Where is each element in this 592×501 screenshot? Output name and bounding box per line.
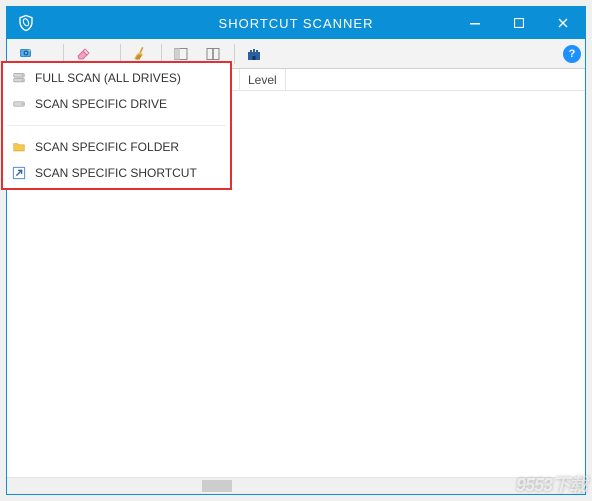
shield-icon <box>15 12 37 34</box>
menu-full-scan[interactable]: FULL SCAN (ALL DRIVES) <box>3 65 230 91</box>
menu-label: SCAN SPECIFIC SHORTCUT <box>35 166 197 180</box>
column-header-level[interactable]: Level <box>240 69 286 90</box>
horizontal-scrollbar[interactable] <box>7 477 585 494</box>
folder-icon <box>11 139 27 155</box>
help-button[interactable]: ? <box>563 45 581 63</box>
maximize-button[interactable] <box>497 7 541 39</box>
drive-icon <box>11 96 27 112</box>
scrollbar-thumb[interactable] <box>202 480 232 492</box>
menu-separator <box>7 125 226 126</box>
scan-dropdown-menu: FULL SCAN (ALL DRIVES) SCAN SPECIFIC DRI… <box>1 61 232 190</box>
menu-label: SCAN SPECIFIC FOLDER <box>35 140 179 154</box>
titlebar: SHORTCUT SCANNER <box>7 7 585 39</box>
menu-label: FULL SCAN (ALL DRIVES) <box>35 71 181 85</box>
menu-scan-folder[interactable]: SCAN SPECIFIC FOLDER <box>3 134 230 160</box>
window-controls <box>453 7 585 39</box>
menu-scan-shortcut[interactable]: SCAN SPECIFIC SHORTCUT <box>3 160 230 186</box>
shortcut-icon <box>11 165 27 181</box>
minimize-button[interactable] <box>453 7 497 39</box>
castle-icon[interactable] <box>239 42 269 66</box>
menu-scan-drive[interactable]: SCAN SPECIFIC DRIVE <box>3 91 230 117</box>
menu-label: SCAN SPECIFIC DRIVE <box>35 97 167 111</box>
drives-icon <box>11 70 27 86</box>
toolbar-separator <box>234 44 235 64</box>
close-button[interactable] <box>541 7 585 39</box>
